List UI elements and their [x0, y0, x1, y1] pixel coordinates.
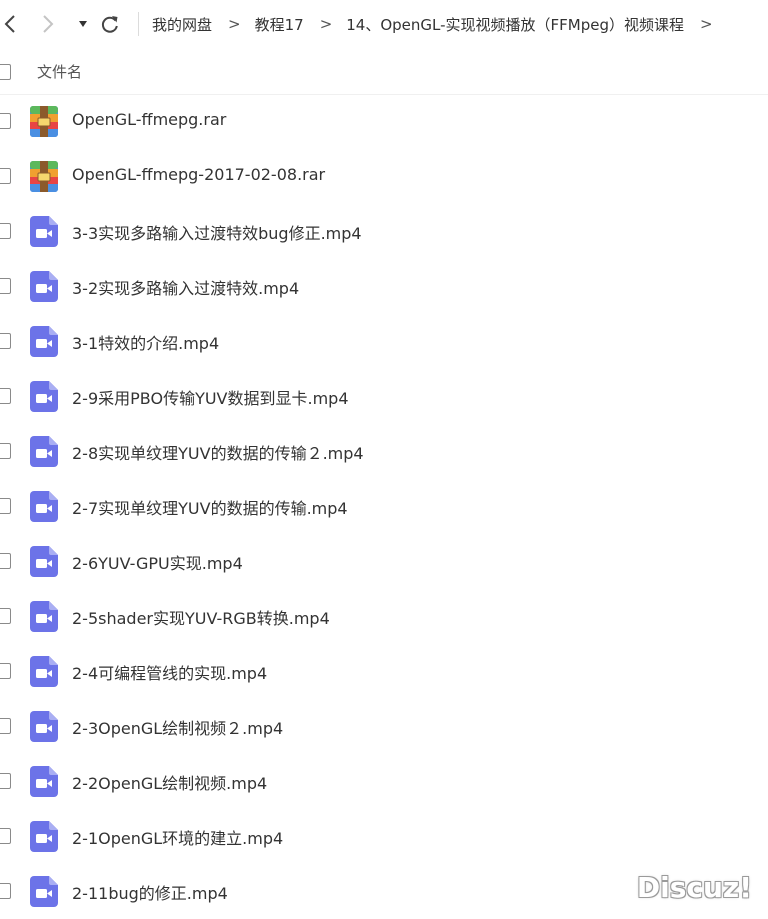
- archive-file-icon: [30, 106, 58, 137]
- video-file-icon: [30, 601, 58, 632]
- file-row[interactable]: 2-6YUV-GPU实现.mp4: [0, 534, 768, 589]
- breadcrumb-separator: >: [320, 15, 333, 33]
- file-row[interactable]: 2-9采用PBO传输YUV数据到显卡.mp4: [0, 369, 768, 424]
- file-name[interactable]: 3-3实现多路输入过渡特效bug修正.mp4: [72, 220, 362, 244]
- file-name[interactable]: 3-1特效的介绍.mp4: [72, 330, 219, 354]
- video-file-icon: [30, 601, 58, 632]
- archive-file-icon: [30, 161, 58, 192]
- video-file-icon: [30, 711, 58, 742]
- breadcrumb-separator: >: [228, 15, 241, 33]
- video-file-icon: [30, 876, 58, 907]
- file-row[interactable]: 2-8实现单纹理YUV的数据的传输２.mp4: [0, 424, 768, 479]
- select-all-checkbox[interactable]: [0, 64, 11, 80]
- video-file-icon: [30, 656, 58, 687]
- video-file-icon: [30, 436, 58, 467]
- file-row[interactable]: 3-2实现多路输入过渡特效.mp4: [0, 259, 768, 314]
- video-file-icon: [30, 491, 58, 522]
- watermark-logo: Discuz!: [637, 871, 752, 904]
- file-row[interactable]: 2-1OpenGL环境的建立.mp4: [0, 809, 768, 864]
- file-row[interactable]: 2-4可编程管线的实现.mp4: [0, 644, 768, 699]
- video-file-icon: [30, 326, 58, 357]
- column-header-filename[interactable]: 文件名: [37, 61, 82, 82]
- file-name[interactable]: 2-7实现单纹理YUV的数据的传输.mp4: [72, 495, 348, 519]
- video-file-icon: [30, 546, 58, 577]
- refresh-icon: [100, 14, 120, 34]
- video-file-icon: [30, 216, 58, 247]
- file-list-header: 文件名: [0, 48, 768, 95]
- video-file-icon: [30, 271, 58, 302]
- video-file-icon: [30, 711, 58, 742]
- file-name[interactable]: OpenGL-ffmepg.rar: [72, 110, 226, 129]
- back-button[interactable]: [0, 10, 20, 38]
- video-file-icon: [30, 821, 58, 852]
- refresh-button[interactable]: [100, 10, 120, 38]
- file-select-checkbox[interactable]: [0, 883, 11, 899]
- file-name[interactable]: 2-2OpenGL绘制视频.mp4: [72, 770, 267, 794]
- file-select-checkbox[interactable]: [0, 718, 11, 734]
- breadcrumb-item-folder[interactable]: 教程17: [255, 14, 304, 35]
- archive-file-icon: [30, 161, 58, 192]
- file-row[interactable]: 2-2OpenGL绘制视频.mp4: [0, 754, 768, 809]
- history-dropdown-button[interactable]: [73, 10, 93, 38]
- video-file-icon: [30, 876, 58, 907]
- forward-button[interactable]: [38, 10, 58, 38]
- video-file-icon: [30, 326, 58, 357]
- breadcrumb-separator: >: [700, 15, 713, 33]
- file-select-checkbox[interactable]: [0, 828, 11, 844]
- video-file-icon: [30, 766, 58, 797]
- file-select-checkbox[interactable]: [0, 443, 11, 459]
- breadcrumb: 我的网盘 > 教程17 > 14、OpenGL-实现视频播放（FFMpeg）视频…: [152, 0, 727, 48]
- file-row[interactable]: OpenGL-ffmepg-2017-02-08.rar: [0, 149, 768, 204]
- video-file-icon: [30, 271, 58, 302]
- video-file-icon: [30, 436, 58, 467]
- video-file-icon: [30, 216, 58, 247]
- file-select-checkbox[interactable]: [0, 113, 11, 129]
- file-name[interactable]: 2-5shader实现YUV-RGB转换.mp4: [72, 605, 330, 629]
- archive-file-icon: [30, 106, 58, 137]
- file-select-checkbox[interactable]: [0, 663, 11, 679]
- breadcrumb-item-current[interactable]: 14、OpenGL-实现视频播放（FFMpeg）视频课程: [346, 14, 684, 35]
- video-file-icon: [30, 381, 58, 412]
- file-select-checkbox[interactable]: [0, 388, 11, 404]
- file-row[interactable]: 3-1特效的介绍.mp4: [0, 314, 768, 369]
- file-row[interactable]: 2-3OpenGL绘制视频２.mp4: [0, 699, 768, 754]
- video-file-icon: [30, 381, 58, 412]
- file-row[interactable]: 2-5shader实现YUV-RGB转换.mp4: [0, 589, 768, 644]
- file-select-checkbox[interactable]: [0, 278, 11, 294]
- file-row[interactable]: OpenGL-ffmepg.rar: [0, 94, 768, 149]
- top-navigation-bar: 我的网盘 > 教程17 > 14、OpenGL-实现视频播放（FFMpeg）视频…: [0, 0, 768, 48]
- file-select-checkbox[interactable]: [0, 608, 11, 624]
- video-file-icon: [30, 821, 58, 852]
- file-name[interactable]: 3-2实现多路输入过渡特效.mp4: [72, 275, 299, 299]
- file-select-checkbox[interactable]: [0, 773, 11, 789]
- file-name[interactable]: 2-3OpenGL绘制视频２.mp4: [72, 715, 283, 739]
- video-file-icon: [30, 656, 58, 687]
- chevron-right-icon: [41, 14, 55, 34]
- file-select-checkbox[interactable]: [0, 168, 11, 184]
- file-name[interactable]: 2-9采用PBO传输YUV数据到显卡.mp4: [72, 385, 349, 409]
- video-file-icon: [30, 546, 58, 577]
- file-name[interactable]: 2-6YUV-GPU实现.mp4: [72, 550, 243, 574]
- chevron-left-icon: [3, 14, 17, 34]
- video-file-icon: [30, 766, 58, 797]
- file-select-checkbox[interactable]: [0, 553, 11, 569]
- breadcrumb-item-root[interactable]: 我的网盘: [152, 14, 212, 35]
- file-name[interactable]: 2-11bug的修正.mp4: [72, 880, 228, 904]
- file-select-checkbox[interactable]: [0, 333, 11, 349]
- file-row[interactable]: 2-7实现单纹理YUV的数据的传输.mp4: [0, 479, 768, 534]
- file-name[interactable]: OpenGL-ffmepg-2017-02-08.rar: [72, 165, 325, 184]
- caret-down-icon: [78, 20, 88, 28]
- file-name[interactable]: 2-4可编程管线的实现.mp4: [72, 660, 267, 684]
- file-name[interactable]: 2-1OpenGL环境的建立.mp4: [72, 825, 283, 849]
- file-select-checkbox[interactable]: [0, 498, 11, 514]
- toolbar-divider: [138, 12, 139, 36]
- file-row[interactable]: 3-3实现多路输入过渡特效bug修正.mp4: [0, 204, 768, 259]
- file-name[interactable]: 2-8实现单纹理YUV的数据的传输２.mp4: [72, 440, 364, 464]
- file-list: OpenGL-ffmepg.rar OpenGL-ffmepg-2017-02-…: [0, 94, 768, 919]
- video-file-icon: [30, 491, 58, 522]
- file-select-checkbox[interactable]: [0, 223, 11, 239]
